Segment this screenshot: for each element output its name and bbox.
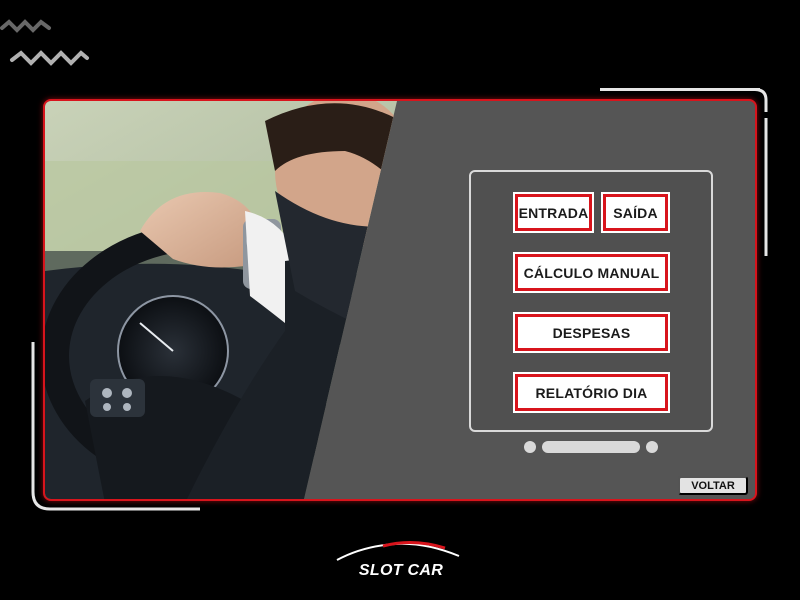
brand-name: SLOT CAR — [358, 562, 444, 579]
frame-line-top-right — [600, 88, 760, 91]
voltar-button[interactable]: VOLTAR — [678, 476, 748, 495]
car-silhouette-logo-icon — [336, 541, 460, 561]
page-dot-active[interactable] — [542, 441, 640, 453]
saida-button[interactable]: SAÍDA — [601, 192, 670, 233]
page-dot-3[interactable] — [646, 441, 658, 453]
relatorio-dia-button[interactable]: RELATÓRIO DIA — [513, 372, 670, 413]
main-panel: ENTRADA SAÍDA CÁLCULO MANUAL DESPESAS RE… — [43, 99, 757, 501]
entrada-button[interactable]: ENTRADA — [513, 192, 594, 233]
page-dot-1[interactable] — [524, 441, 536, 453]
despesas-button[interactable]: DESPESAS — [513, 312, 670, 353]
menu-container: ENTRADA SAÍDA CÁLCULO MANUAL DESPESAS RE… — [469, 170, 713, 432]
squiggle-decoration-icon — [0, 19, 89, 66]
brand-logo: SLOT CAR — [333, 538, 469, 584]
calculo-manual-button[interactable]: CÁLCULO MANUAL — [513, 252, 670, 293]
